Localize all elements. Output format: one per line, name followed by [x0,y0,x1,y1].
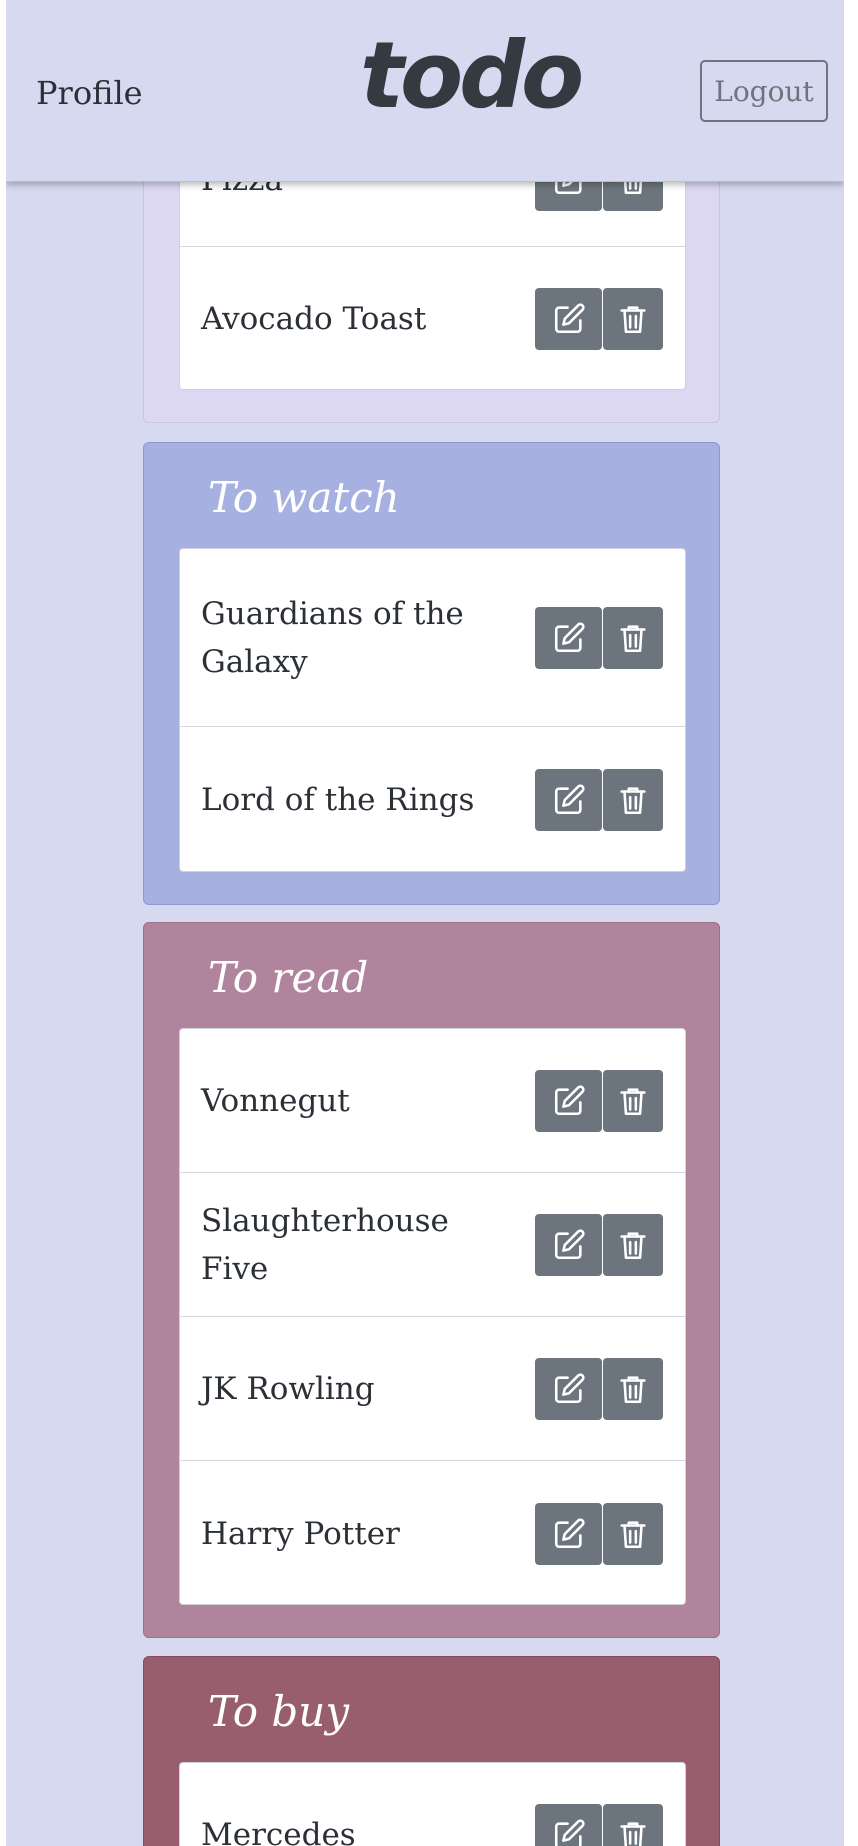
trash-icon [620,1520,646,1548]
delete-button[interactable] [603,1502,663,1565]
edit-icon [554,1517,585,1548]
trash-icon [620,1231,646,1259]
edit-button[interactable] [535,1357,602,1420]
edit-icon [554,621,585,652]
item-label: JK Rowling [201,1370,375,1407]
edit-icon [554,1819,585,1846]
item-label: Avocado Toast [201,301,427,337]
list-title: To buy [208,1687,350,1736]
edit-button[interactable] [535,1069,602,1132]
list-item: Lord of the Rings [180,727,685,871]
trash-icon [620,787,646,815]
list-item: Slaughterhouse Five [180,1173,685,1317]
item-label: Mercedes [201,1817,356,1846]
list-item: Avocado Toast [180,247,685,389]
logo[interactable]: todo [360,22,584,129]
edit-button[interactable] [535,606,602,669]
list-card-to-buy: To buy Mercedes [143,1656,720,1846]
trash-icon [620,624,646,652]
list-body: Guardians of the Galaxy Lord of the Ring… [179,548,686,872]
edit-button[interactable] [535,1502,602,1565]
list-item: Mercedes [180,1763,685,1846]
list-item: Vonnegut [180,1029,685,1173]
list-card-to-read: To read Vonnegut Slaughterhouse Five JK … [143,922,720,1638]
edit-button[interactable] [535,769,602,831]
edit-button[interactable] [535,1804,602,1846]
item-label: Guardians of the Galaxy [201,595,464,680]
profile-link[interactable]: Profile [36,74,143,112]
trash-icon [620,1822,646,1846]
item-label: Vonnegut [201,1082,350,1119]
list-card-to-watch: To watch Guardians of the Galaxy Lord of… [143,442,720,905]
list-title: To read [208,953,369,1002]
delete-button[interactable] [603,1357,663,1420]
list-item: Guardians of the Galaxy [180,549,685,727]
list-title: To watch [208,473,400,522]
trash-icon [620,306,646,334]
edit-icon [554,1084,585,1115]
item-label: Harry Potter [201,1515,400,1552]
top-navbar: Profile todo Logout [6,0,844,182]
delete-button[interactable] [603,1804,663,1846]
trash-icon [620,1087,646,1115]
list-body: Vonnegut Slaughterhouse Five JK Rowling [179,1028,686,1605]
list-item: JK Rowling [180,1317,685,1461]
list-body: Mercedes [179,1762,686,1846]
trash-icon [620,1375,646,1403]
page-frame: Pizza Avocado Toast To watch [0,0,858,1846]
delete-button[interactable] [603,1213,663,1276]
item-label: Lord of the Rings [201,782,475,818]
delete-button[interactable] [603,606,663,669]
delete-button[interactable] [603,288,663,350]
edit-button[interactable] [535,288,602,350]
delete-button[interactable] [603,1069,663,1132]
item-label: Slaughterhouse Five [201,1202,449,1287]
logout-button[interactable]: Logout [700,60,828,122]
edit-icon [554,303,585,334]
list-item: Harry Potter [180,1461,685,1604]
edit-icon [554,1228,585,1259]
edit-button[interactable] [535,1213,602,1276]
delete-button[interactable] [603,769,663,831]
edit-icon [554,1372,585,1403]
edit-icon [554,784,585,815]
